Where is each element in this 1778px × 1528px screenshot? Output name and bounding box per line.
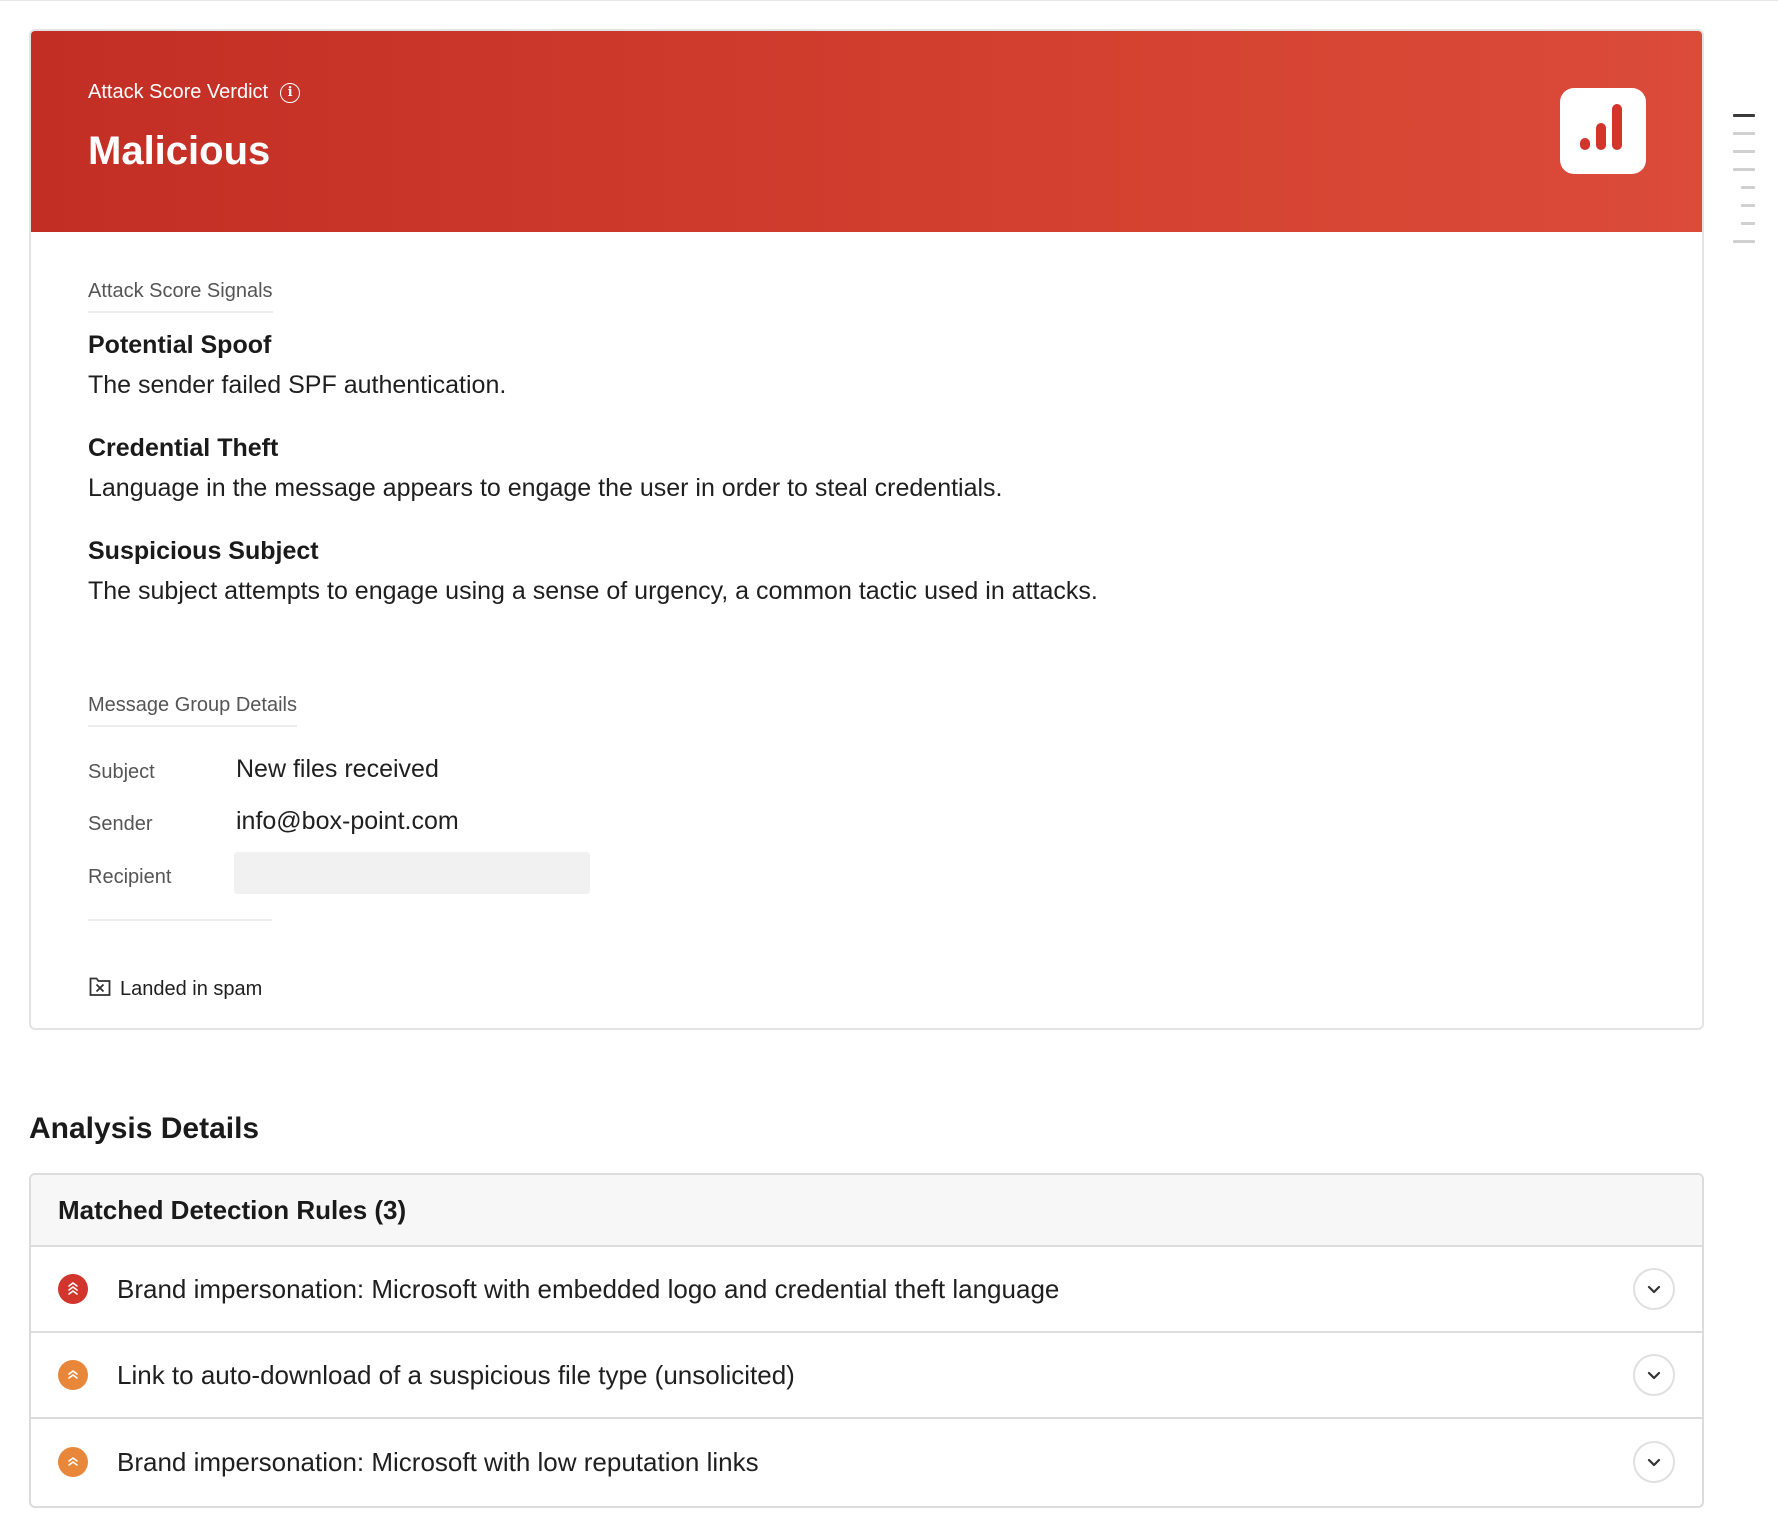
- minimap-tick[interactable]: [1733, 150, 1755, 153]
- subject-label: Subject: [88, 761, 155, 783]
- verdict-banner: Attack Score Verdict i Malicious: [31, 31, 1702, 232]
- severity-medium-icon: [58, 1360, 88, 1390]
- bar-chart-icon: [1560, 88, 1646, 174]
- minimap-tick[interactable]: [1741, 204, 1755, 207]
- top-divider: [0, 0, 1778, 1]
- minimap-tick[interactable]: [1733, 132, 1755, 135]
- detection-rule-label: Link to auto-download of a suspicious fi…: [117, 1359, 795, 1390]
- signal-description: Language in the message appears to engag…: [88, 474, 1003, 502]
- detection-rule-label: Brand impersonation: Microsoft with embe…: [117, 1273, 1060, 1304]
- signals-section-label: Attack Score Signals: [88, 280, 273, 313]
- sender-label: Sender: [88, 813, 153, 835]
- minimap-tick[interactable]: [1741, 186, 1755, 189]
- rules-header-label: Matched Detection Rules (3): [58, 1194, 407, 1225]
- verdict-card: Attack Score Verdict i Malicious Attack …: [29, 29, 1704, 1030]
- verdict-value: Malicious: [88, 129, 271, 173]
- signal-description: The sender failed SPF authentication.: [88, 371, 507, 399]
- verdict-label-row: Attack Score Verdict i: [88, 81, 301, 104]
- severity-medium-icon: [58, 1447, 88, 1477]
- signal-description: The subject attempts to engage using a s…: [88, 577, 1098, 605]
- details-divider: [88, 919, 272, 921]
- sender-value: info@box-point.com: [236, 807, 459, 835]
- subject-value: New files received: [236, 755, 439, 783]
- detection-rule-row[interactable]: Brand impersonation: Microsoft with low …: [31, 1419, 1702, 1505]
- chevron-down-icon[interactable]: [1633, 1268, 1675, 1310]
- signal-title: Credential Theft: [88, 434, 279, 462]
- minimap-tick[interactable]: [1741, 222, 1755, 225]
- info-icon[interactable]: i: [280, 82, 301, 103]
- recipient-label: Recipient: [88, 866, 172, 888]
- severity-high-icon: [58, 1274, 88, 1304]
- detection-rule-row[interactable]: Brand impersonation: Microsoft with embe…: [31, 1247, 1702, 1333]
- minimap-tick[interactable]: [1733, 240, 1755, 243]
- detection-rule-label: Brand impersonation: Microsoft with low …: [117, 1446, 759, 1477]
- minimap-tick[interactable]: [1733, 168, 1755, 171]
- chevron-down-icon[interactable]: [1633, 1441, 1675, 1483]
- spam-status: Landed in spam: [88, 974, 262, 1004]
- rules-header: Matched Detection Rules (3): [31, 1175, 1702, 1247]
- verdict-label: Attack Score Verdict: [88, 81, 269, 103]
- spam-status-label: Landed in spam: [120, 977, 263, 1000]
- detection-rules-panel: Matched Detection Rules (3) Brand impers…: [29, 1173, 1704, 1508]
- message-group-section-label: Message Group Details: [88, 694, 297, 727]
- analysis-details-title: Analysis Details: [29, 1112, 260, 1145]
- chevron-down-icon[interactable]: [1633, 1354, 1675, 1396]
- spam-folder-icon: [88, 974, 112, 1004]
- signal-title: Suspicious Subject: [88, 537, 319, 565]
- detection-rule-row[interactable]: Link to auto-download of a suspicious fi…: [31, 1333, 1702, 1419]
- signal-title: Potential Spoof: [88, 331, 272, 359]
- minimap-tick-active[interactable]: [1733, 114, 1755, 117]
- recipient-value-redacted: [234, 852, 590, 894]
